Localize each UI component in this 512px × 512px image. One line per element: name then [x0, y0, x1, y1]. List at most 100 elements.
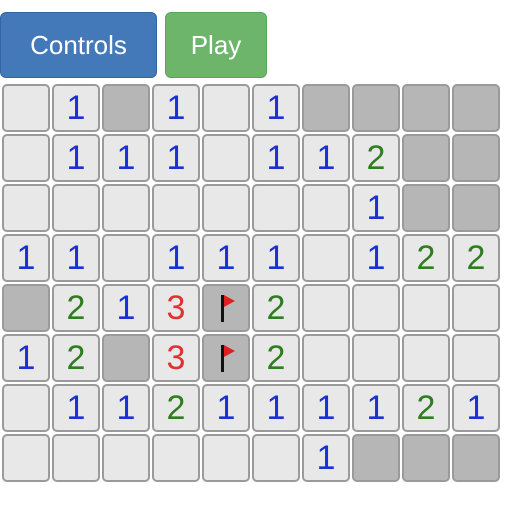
- cell-number[interactable]: 1: [52, 234, 100, 282]
- cell-empty[interactable]: [202, 84, 250, 132]
- cell-number[interactable]: 1: [152, 234, 200, 282]
- cell-number[interactable]: 2: [452, 234, 500, 282]
- cell-hidden[interactable]: [452, 134, 500, 182]
- cell-number[interactable]: 1: [252, 84, 300, 132]
- cell-number-label: 1: [66, 389, 86, 427]
- cell-empty[interactable]: [402, 334, 450, 382]
- cell-number-label: 1: [316, 389, 336, 427]
- cell-number[interactable]: 1: [102, 384, 150, 432]
- cell-number[interactable]: 1: [452, 384, 500, 432]
- cell-empty[interactable]: [102, 234, 150, 282]
- cell-number[interactable]: 1: [152, 134, 200, 182]
- cell-number-label: 1: [366, 389, 386, 427]
- cell-number[interactable]: 1: [302, 434, 350, 482]
- cell-number-label: 1: [166, 139, 186, 177]
- cell-flagged[interactable]: [202, 334, 250, 382]
- cell-empty[interactable]: [352, 284, 400, 332]
- cell-number-label: 1: [316, 439, 336, 477]
- cell-number-label: 1: [116, 289, 136, 327]
- minesweeper-board: 111111112111111122213212321121111211: [2, 84, 506, 486]
- cell-number[interactable]: 2: [402, 384, 450, 432]
- cell-flagged[interactable]: [202, 284, 250, 332]
- cell-empty[interactable]: [2, 84, 50, 132]
- cell-number[interactable]: 1: [52, 384, 100, 432]
- cell-number[interactable]: 2: [52, 334, 100, 382]
- cell-empty[interactable]: [402, 284, 450, 332]
- cell-number-label: 1: [466, 389, 486, 427]
- cell-number[interactable]: 1: [202, 384, 250, 432]
- cell-empty[interactable]: [2, 434, 50, 482]
- cell-number[interactable]: 1: [52, 84, 100, 132]
- cell-hidden[interactable]: [452, 184, 500, 232]
- cell-empty[interactable]: [152, 434, 200, 482]
- cell-empty[interactable]: [2, 384, 50, 432]
- cell-number-label: 1: [266, 389, 286, 427]
- cell-number[interactable]: 1: [2, 234, 50, 282]
- cell-number[interactable]: 2: [52, 284, 100, 332]
- play-button[interactable]: Play: [165, 12, 267, 78]
- cell-empty[interactable]: [152, 184, 200, 232]
- cell-empty[interactable]: [302, 234, 350, 282]
- cell-empty[interactable]: [52, 434, 100, 482]
- cell-empty[interactable]: [202, 434, 250, 482]
- cell-number-label: 2: [416, 389, 436, 427]
- cell-number[interactable]: 2: [402, 234, 450, 282]
- cell-number[interactable]: 1: [352, 384, 400, 432]
- cell-number[interactable]: 3: [152, 334, 200, 382]
- cell-empty[interactable]: [2, 184, 50, 232]
- cell-hidden[interactable]: [2, 284, 50, 332]
- cell-number[interactable]: 1: [202, 234, 250, 282]
- cell-number[interactable]: 1: [252, 234, 300, 282]
- cell-number[interactable]: 2: [352, 134, 400, 182]
- cell-empty[interactable]: [252, 184, 300, 232]
- cell-empty[interactable]: [52, 184, 100, 232]
- cell-empty[interactable]: [2, 134, 50, 182]
- cell-number-label: 1: [66, 89, 86, 127]
- cell-empty[interactable]: [102, 434, 150, 482]
- cell-hidden[interactable]: [452, 84, 500, 132]
- cell-number[interactable]: 2: [252, 284, 300, 332]
- controls-button[interactable]: Controls: [0, 12, 157, 78]
- cell-number[interactable]: 1: [352, 184, 400, 232]
- cell-hidden[interactable]: [402, 434, 450, 482]
- cell-hidden[interactable]: [402, 134, 450, 182]
- cell-hidden[interactable]: [302, 84, 350, 132]
- cell-number[interactable]: 1: [302, 134, 350, 182]
- cell-empty[interactable]: [202, 134, 250, 182]
- cell-empty[interactable]: [352, 334, 400, 382]
- cell-number-label: 1: [266, 89, 286, 127]
- cell-hidden[interactable]: [352, 84, 400, 132]
- cell-number[interactable]: 1: [152, 84, 200, 132]
- cell-hidden[interactable]: [102, 334, 150, 382]
- cell-empty[interactable]: [202, 184, 250, 232]
- cell-number[interactable]: 2: [152, 384, 200, 432]
- cell-hidden[interactable]: [102, 84, 150, 132]
- cell-number[interactable]: 1: [102, 284, 150, 332]
- cell-number[interactable]: 1: [252, 384, 300, 432]
- cell-empty[interactable]: [302, 184, 350, 232]
- cell-number[interactable]: 1: [52, 134, 100, 182]
- cell-empty[interactable]: [452, 284, 500, 332]
- cell-number-label: 1: [316, 139, 336, 177]
- cell-empty[interactable]: [302, 334, 350, 382]
- cell-number-label: 1: [116, 139, 136, 177]
- cell-empty[interactable]: [452, 334, 500, 382]
- cell-empty[interactable]: [252, 434, 300, 482]
- cell-number[interactable]: 1: [102, 134, 150, 182]
- cell-hidden[interactable]: [352, 434, 400, 482]
- cell-number[interactable]: 3: [152, 284, 200, 332]
- cell-hidden[interactable]: [452, 434, 500, 482]
- cell-number[interactable]: 1: [352, 234, 400, 282]
- cell-number[interactable]: 1: [2, 334, 50, 382]
- cell-number[interactable]: 1: [252, 134, 300, 182]
- cell-empty[interactable]: [302, 284, 350, 332]
- cell-number-label: 2: [416, 239, 436, 277]
- cell-empty[interactable]: [102, 184, 150, 232]
- cell-hidden[interactable]: [402, 184, 450, 232]
- cell-number[interactable]: 2: [252, 334, 300, 382]
- cell-hidden[interactable]: [402, 84, 450, 132]
- cell-number[interactable]: 1: [302, 384, 350, 432]
- flag-icon: [221, 345, 235, 372]
- cell-number-label: 1: [166, 89, 186, 127]
- cell-number-label: 1: [166, 239, 186, 277]
